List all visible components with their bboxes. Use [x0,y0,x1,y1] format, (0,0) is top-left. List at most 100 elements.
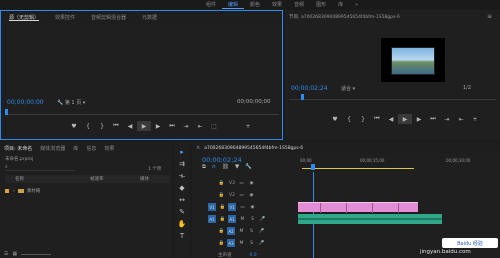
add-button-icon[interactable]: + [468,116,482,123]
tab-effects[interactable]: 效果 [100,145,118,152]
menu-item-graphics[interactable]: 图形 [310,1,332,8]
col-frame-rate[interactable]: 帧速率 [90,176,140,182]
wrench-icon[interactable]: 🔧 [57,100,63,106]
tab-metadata[interactable]: 元数据 [134,14,165,21]
mic-icon[interactable]: 🎤 [259,216,266,223]
col-name[interactable]: 名称 [15,176,90,182]
zoom-slider[interactable] [21,253,52,255]
mute-icon[interactable]: M [239,216,246,223]
lift-icon[interactable]: ⇥ [440,116,454,123]
solo-icon[interactable]: S [248,228,255,235]
lock-icon[interactable]: 🔒 [218,228,225,235]
work-area-bar[interactable] [302,168,414,169]
source-scrubber[interactable] [5,109,279,115]
tab-audio-clip-mixer[interactable]: 音频剪辑混合器 [83,14,134,21]
type-icon[interactable]: T [176,230,188,242]
selection-tool-icon[interactable]: ▸ [176,146,188,158]
sync-icon[interactable]: ▭ [239,204,246,211]
tab-source[interactable]: 源（无剪辑） [1,14,47,21]
tab-libraries[interactable]: 库 [69,145,82,152]
track-a2-label[interactable]: A2 [227,227,235,235]
track-a3-label[interactable]: A3 [227,239,235,247]
program-scrubber[interactable] [289,94,496,100]
source-patch-a1[interactable]: A1 [208,215,216,223]
pen-icon[interactable]: ✎ [176,206,188,218]
timeline-timecode[interactable]: 00;00;02;24 [202,156,242,164]
program-timecode[interactable]: 00;00;02;24 [291,85,328,92]
clip-segment[interactable] [372,203,373,213]
razor-icon[interactable]: ◆ [176,182,188,194]
timeline-ruler[interactable]: 00;00 00;00;15;00 00;00;30;00 [298,156,498,172]
ripple-edit-icon[interactable]: ⟛ [176,170,188,182]
menu-more-button[interactable]: » [349,2,364,8]
source-patch-v1[interactable]: V1 [208,203,216,211]
marker-icon[interactable]: ♥ [67,123,81,130]
sync-icon[interactable]: ▭ [238,192,245,199]
playhead-marker[interactable] [311,164,315,170]
mark-out-icon[interactable]: } [356,116,370,123]
sync-icon[interactable]: ▭ [238,180,245,187]
program-quality[interactable]: 1/2 [463,85,471,91]
go-to-in-icon[interactable]: ⏮ [109,122,123,130]
settings-icon[interactable]: 🔧 [245,164,252,171]
tab-sequence[interactable]: a70026830904899545654f4bfm-1S58gps-6 [200,146,307,151]
tab-info[interactable]: 信息 [82,145,100,152]
go-to-out-icon[interactable]: ⏭ [426,115,440,123]
track-v1-label[interactable]: V1 [228,203,236,211]
snap-icon[interactable]: ∩ [212,164,216,171]
lock-icon[interactable]: 🔒 [219,216,226,223]
step-forward-icon[interactable]: ▶ [151,123,165,130]
project-folder-row[interactable]: › 素材箱 [5,187,170,195]
nest-icon[interactable]: ⧉ [202,164,206,171]
menu-item-edit[interactable]: 编辑 [222,1,245,9]
project-search[interactable]: ⌕ [5,164,75,171]
mark-in-icon[interactable]: { [342,116,356,123]
menu-item-component[interactable]: 组件 [200,1,222,8]
menu-item-audio[interactable]: 音频 [288,1,310,8]
audio-clip[interactable] [298,214,442,224]
mute-icon[interactable]: M [238,240,245,247]
source-page-select[interactable]: 🔧 第 1 页 ▾ [57,99,85,106]
source-playhead[interactable] [5,109,8,115]
step-forward-icon[interactable]: ▶ [412,116,426,123]
step-back-icon[interactable]: ◀ [123,123,137,130]
linked-selection-icon[interactable]: ⛓ [222,164,229,171]
lock-icon[interactable]: 🔒 [219,204,226,211]
program-playhead[interactable] [301,94,304,100]
add-button-icon[interactable]: + [241,123,255,130]
program-menu-icon[interactable]: ≡ [487,13,492,20]
lock-icon[interactable]: 🔒 [218,240,225,247]
menu-item-color[interactable]: 颜色 [244,1,266,8]
chevron-right-icon[interactable]: › [13,189,15,194]
add-marker-icon[interactable]: ▼ [235,164,239,171]
master-value[interactable]: 0.0 [250,253,257,258]
extract-icon[interactable]: ⇤ [454,116,468,123]
mark-out-icon[interactable]: } [95,123,109,130]
lock-icon[interactable]: 🔒 [218,180,225,187]
col-media[interactable]: 媒体 [140,176,149,182]
source-timecode[interactable]: 00;00;00;00 [7,99,44,106]
clip-segment[interactable] [398,203,399,213]
clip-segment[interactable] [346,203,347,213]
eye-icon[interactable]: ◉ [248,192,255,199]
solo-icon[interactable]: S [248,240,255,247]
list-icon[interactable]: ☰ [4,251,8,257]
program-fit-select[interactable]: 适合 ▾ [341,85,355,92]
go-to-in-icon[interactable]: ⏮ [370,115,384,123]
tab-project[interactable]: 项目: 未命名 [0,145,36,152]
tab-media-browser[interactable]: 媒体浏览器 [36,145,69,152]
mute-icon[interactable]: M [238,228,245,235]
camera-icon[interactable]: ⬚ [207,123,221,130]
slip-icon[interactable]: ↔ [176,194,188,206]
solo-icon[interactable]: S [249,216,256,223]
marker-icon[interactable]: ♥ [328,116,342,123]
mic-icon[interactable]: 🎤 [258,228,265,235]
tab-effect-controls[interactable]: 效果控件 [47,14,83,21]
eye-icon[interactable]: ◉ [248,180,255,187]
menu-item-libraries[interactable]: 库 [332,1,349,8]
menu-item-effects[interactable]: 效果 [266,1,288,8]
mark-in-icon[interactable]: { [81,123,95,130]
lock-icon[interactable]: 🔒 [218,192,225,199]
play-button[interactable]: ▶ [137,121,151,131]
grid-icon[interactable]: ▦ [12,251,17,257]
